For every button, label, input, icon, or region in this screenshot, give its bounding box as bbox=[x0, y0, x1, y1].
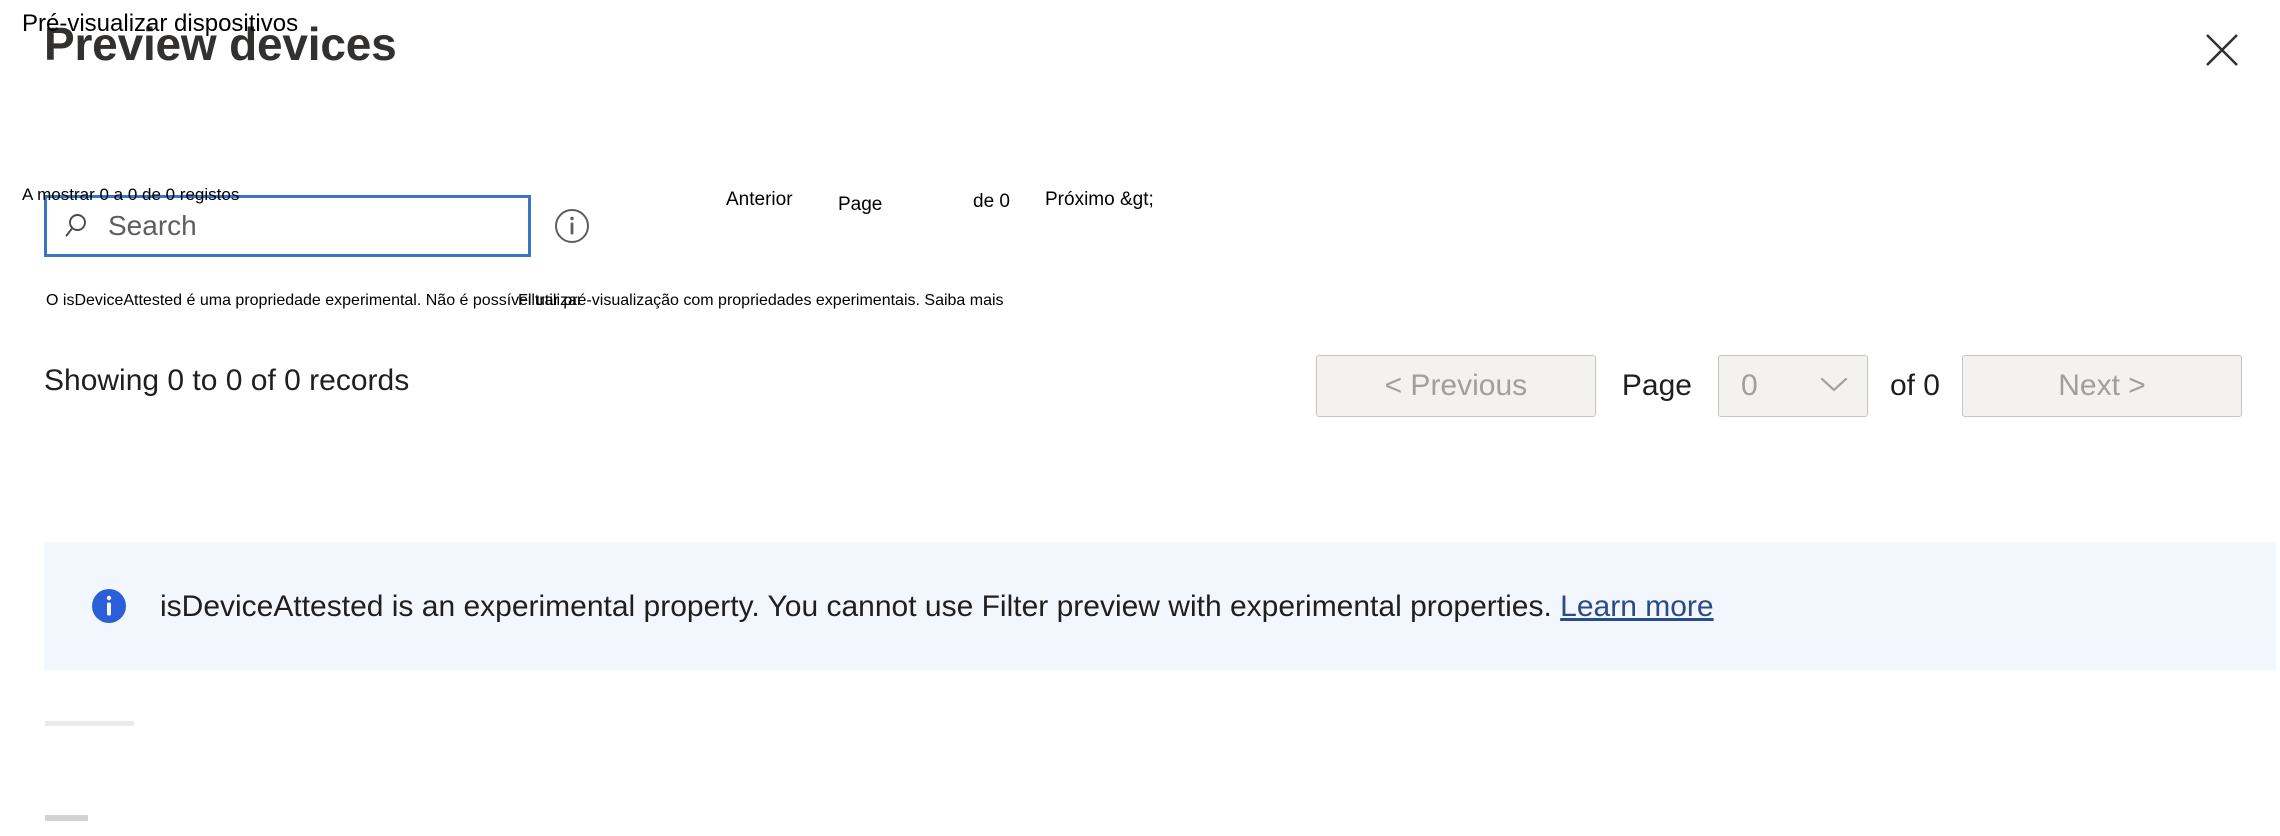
search-input[interactable] bbox=[108, 206, 528, 246]
page-number-select[interactable]: 0 bbox=[1717, 355, 1868, 417]
pagination-controls: < Previous Page 0 of 0 Next > bbox=[1315, 350, 2242, 422]
panel-header: Preview devices bbox=[0, 0, 2280, 110]
skeleton-placeholder-bar bbox=[45, 721, 134, 726]
page-number-value: 0 bbox=[1740, 369, 1758, 402]
records-summary: Showing 0 to 0 of 0 records bbox=[44, 364, 410, 397]
page-total-label: of 0 bbox=[1889, 369, 1940, 402]
overlay-experimental-line2: Filtrar pré-visualização com propriedade… bbox=[518, 292, 1004, 309]
info-circle-icon[interactable] bbox=[553, 207, 591, 245]
close-icon bbox=[2202, 30, 2242, 70]
page-title: Preview devices bbox=[44, 18, 397, 70]
previous-page-button[interactable]: < Previous bbox=[1315, 355, 1596, 417]
overlay-experimental-line1: O isDeviceAttested é uma propriedade exp… bbox=[46, 292, 583, 309]
experimental-property-banner: isDeviceAttested is an experimental prop… bbox=[44, 542, 2276, 670]
search-row bbox=[0, 193, 2280, 263]
next-page-button[interactable]: Next > bbox=[1962, 355, 2242, 417]
preview-devices-panel: Preview devices Search Showing 0 to 0 of… bbox=[0, 0, 2280, 836]
search-box[interactable] bbox=[44, 195, 531, 257]
search-icon bbox=[65, 211, 95, 241]
close-button[interactable] bbox=[2192, 20, 2252, 80]
info-filled-icon bbox=[90, 587, 128, 625]
chevron-down-icon bbox=[1817, 373, 1851, 400]
banner-message-text: isDeviceAttested is an experimental prop… bbox=[160, 589, 1552, 623]
page-label: Page bbox=[1621, 369, 1692, 402]
learn-more-link[interactable]: Learn more bbox=[1560, 590, 1713, 623]
records-pagination-row: Showing 0 to 0 of 0 records < Previous P… bbox=[0, 350, 2280, 430]
skeleton-placeholder-bar bbox=[45, 815, 88, 821]
banner-message: isDeviceAttested is an experimental prop… bbox=[160, 587, 1714, 626]
